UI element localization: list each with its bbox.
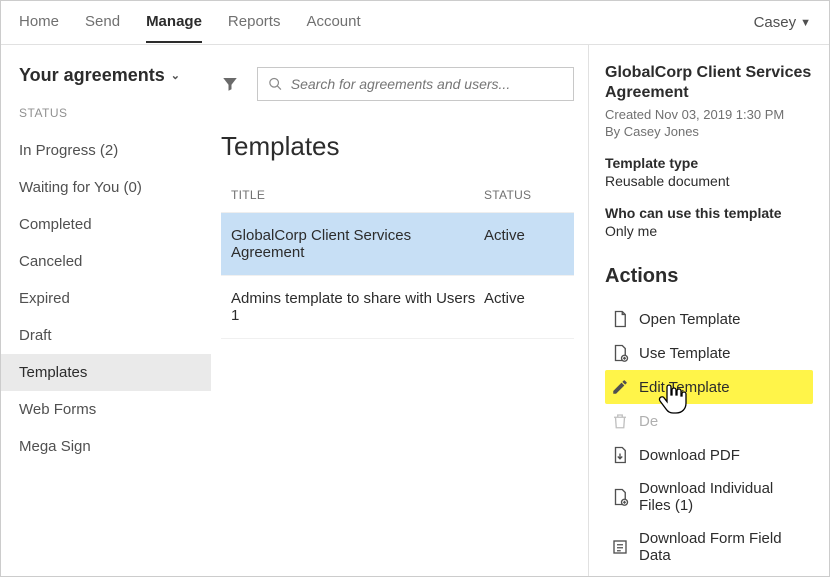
who-value: Only me	[605, 223, 813, 239]
download-icon	[611, 446, 629, 464]
sidebar-item-in-progress[interactable]: In Progress (2)	[1, 132, 211, 169]
center-heading: Templates	[221, 131, 574, 162]
chevron-down-icon: ▼	[800, 17, 811, 29]
template-type-value: Reusable document	[605, 173, 813, 189]
row-title: GlobalCorp Client Services Agreement	[231, 227, 484, 261]
sidebar-item-canceled[interactable]: Canceled	[1, 243, 211, 280]
user-name: Casey	[754, 14, 797, 31]
who-label: Who can use this template	[605, 205, 813, 221]
action-notes[interactable]: Notes	[605, 572, 813, 576]
center-toolbar	[221, 67, 574, 101]
user-menu[interactable]: Casey ▼	[754, 14, 811, 31]
pencil-icon	[611, 378, 629, 396]
action-delete: De	[605, 404, 813, 438]
sidebar-item-waiting[interactable]: Waiting for You (0)	[1, 169, 211, 206]
action-label: Download PDF	[639, 447, 740, 464]
row-title: Admins template to share with Users 1	[231, 290, 484, 324]
sidebar-item-draft[interactable]: Draft	[1, 317, 211, 354]
sidebar-item-mega-sign[interactable]: Mega Sign	[1, 428, 211, 465]
document-plus-icon	[611, 344, 629, 362]
nav-account[interactable]: Account	[306, 2, 360, 43]
top-nav-left: Home Send Manage Reports Account	[19, 2, 361, 43]
document-icon	[611, 310, 629, 328]
search-box[interactable]	[257, 67, 574, 101]
search-icon	[268, 76, 283, 92]
trash-icon	[611, 412, 629, 430]
sidebar-title-text: Your agreements	[19, 65, 165, 86]
sidebar-section-label: STATUS	[1, 106, 211, 132]
details-author: By Casey Jones	[605, 124, 813, 139]
sidebar-item-completed[interactable]: Completed	[1, 206, 211, 243]
table-row[interactable]: GlobalCorp Client Services Agreement Act…	[221, 213, 574, 276]
center-panel: Templates TITLE STATUS GlobalCorp Client…	[211, 45, 589, 576]
action-download-form-data[interactable]: Download Form Field Data	[605, 522, 813, 572]
col-status-header[interactable]: STATUS	[484, 188, 564, 202]
sidebar: Your agreements ⌄ STATUS In Progress (2)…	[1, 45, 211, 576]
main-layout: Your agreements ⌄ STATUS In Progress (2)…	[1, 45, 829, 576]
nav-reports[interactable]: Reports	[228, 2, 281, 43]
nav-home[interactable]: Home	[19, 2, 59, 43]
row-status: Active	[484, 290, 564, 324]
action-label: Download Form Field Data	[639, 530, 807, 564]
action-use-template[interactable]: Use Template	[605, 336, 813, 370]
sidebar-item-web-forms[interactable]: Web Forms	[1, 391, 211, 428]
actions-heading: Actions	[605, 265, 813, 288]
sidebar-item-expired[interactable]: Expired	[1, 280, 211, 317]
chevron-down-icon: ⌄	[171, 69, 180, 82]
row-status: Active	[484, 227, 564, 261]
action-label: Download Individual Files (1)	[639, 480, 807, 514]
details-title: GlobalCorp Client Services Agreement	[605, 63, 813, 103]
action-label: Edit Template	[639, 379, 730, 396]
action-open-template[interactable]: Open Template	[605, 302, 813, 336]
filter-icon[interactable]	[221, 75, 239, 93]
action-label: Use Template	[639, 345, 730, 362]
action-download-files[interactable]: Download Individual Files (1)	[605, 472, 813, 522]
nav-manage[interactable]: Manage	[146, 2, 202, 43]
download-files-icon	[611, 488, 629, 506]
table-row[interactable]: Admins template to share with Users 1 Ac…	[221, 276, 574, 339]
top-nav: Home Send Manage Reports Account Casey ▼	[1, 1, 829, 45]
col-title-header[interactable]: TITLE	[231, 188, 484, 202]
nav-send[interactable]: Send	[85, 2, 120, 43]
action-label: De	[639, 413, 658, 430]
details-panel: GlobalCorp Client Services Agreement Cre…	[589, 45, 829, 576]
action-label: Open Template	[639, 311, 740, 328]
action-download-pdf[interactable]: Download PDF	[605, 438, 813, 472]
sidebar-title-dropdown[interactable]: Your agreements ⌄	[1, 65, 211, 106]
form-data-icon	[611, 538, 629, 556]
action-edit-template[interactable]: Edit Template	[605, 370, 813, 404]
table-header: TITLE STATUS	[221, 188, 574, 213]
template-type-label: Template type	[605, 155, 813, 171]
sidebar-item-templates[interactable]: Templates	[1, 354, 211, 391]
search-input[interactable]	[291, 76, 563, 92]
details-created: Created Nov 03, 2019 1:30 PM	[605, 107, 813, 122]
